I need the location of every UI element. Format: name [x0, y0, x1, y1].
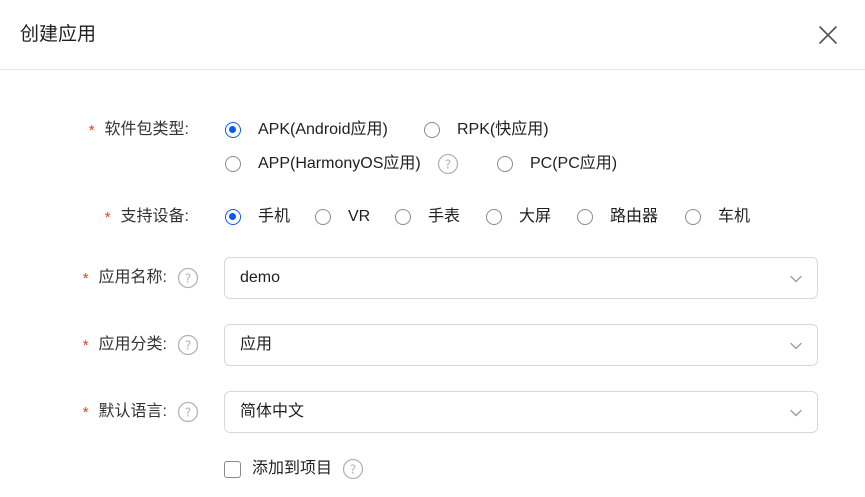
radio-router-label: 路由器 [610, 208, 659, 225]
device-label-text: 支持设备: [120, 208, 189, 225]
radio-apk-label: APK(Android应用) [258, 121, 388, 138]
radio-pc[interactable]: PC(PC应用) [497, 153, 617, 175]
help-icon[interactable]: ? [177, 401, 199, 423]
svg-text:?: ? [185, 406, 191, 420]
radio-vr-circle [315, 209, 331, 225]
device-row: * 支持设备: 手机 VR 手表 大屏 路由器 车机 [0, 206, 865, 232]
radio-watch[interactable]: 手表 [395, 206, 460, 228]
add-to-project-box [224, 460, 241, 478]
help-icon[interactable]: ? [177, 334, 199, 356]
package-type-label: * 软件包类型: [89, 119, 189, 141]
app-name-label: * 应用名称: ? [83, 267, 199, 289]
radio-pc-circle [497, 156, 513, 172]
chevron-down-icon [790, 409, 802, 417]
chevron-down-icon [790, 275, 802, 283]
radio-apk[interactable]: APK(Android应用) [225, 119, 388, 141]
dialog-title: 创建应用 [20, 24, 97, 45]
svg-text:?: ? [185, 272, 191, 286]
radio-large-screen[interactable]: 大屏 [486, 206, 551, 228]
required-mark: * [82, 337, 89, 354]
default-language-label: * 默认语言: ? [83, 401, 199, 423]
help-icon[interactable]: ? [342, 458, 364, 480]
package-type-row: * 软件包类型: APK(Android应用) RPK(快应用) APP(Har… [0, 117, 865, 187]
required-mark: * [82, 270, 89, 287]
help-icon[interactable]: ? [177, 267, 199, 289]
app-name-row: * 应用名称: ? demo [0, 257, 865, 299]
radio-router[interactable]: 路由器 [577, 206, 658, 228]
close-button[interactable] [814, 21, 842, 49]
app-name-label-text: 应用名称: [98, 269, 167, 286]
radio-vr[interactable]: VR [315, 206, 370, 228]
app-category-row: * 应用分类: ? 应用 [0, 324, 865, 366]
close-icon [819, 26, 837, 44]
radio-car-circle [685, 209, 701, 225]
radio-phone[interactable]: 手机 [225, 206, 290, 228]
radio-app-harmony-circle [225, 156, 241, 172]
radio-app-harmony[interactable]: APP(HarmonyOS应用) ? [225, 153, 459, 175]
app-name-value: demo [240, 269, 281, 286]
default-language-row: * 默认语言: ? 简体中文 [0, 391, 865, 433]
radio-apk-circle [225, 122, 241, 138]
dialog-header: 创建应用 [0, 0, 865, 70]
add-to-project-checkbox[interactable]: 添加到项目 ? [224, 458, 364, 480]
package-type-label-text: 软件包类型: [104, 121, 189, 138]
required-mark: * [88, 122, 95, 139]
app-category-select[interactable]: 应用 [224, 324, 818, 366]
chevron-down-icon [790, 342, 802, 350]
default-language-select[interactable]: 简体中文 [224, 391, 818, 433]
radio-app-harmony-label: APP(HarmonyOS应用) [258, 155, 421, 172]
svg-text:?: ? [445, 158, 451, 172]
radio-watch-label: 手表 [428, 208, 461, 225]
radio-phone-circle [225, 209, 241, 225]
required-mark: * [82, 404, 89, 421]
radio-router-circle [577, 209, 593, 225]
radio-rpk[interactable]: RPK(快应用) [424, 119, 549, 141]
device-label: * 支持设备: [105, 206, 189, 228]
app-category-label-text: 应用分类: [98, 336, 167, 353]
radio-pc-label: PC(PC应用) [530, 155, 618, 172]
radio-watch-circle [395, 209, 411, 225]
app-category-value: 应用 [240, 336, 273, 353]
radio-car-label: 车机 [718, 208, 751, 225]
radio-rpk-circle [424, 122, 440, 138]
radio-large-screen-circle [486, 209, 502, 225]
app-category-label: * 应用分类: ? [83, 334, 199, 356]
help-icon[interactable]: ? [437, 153, 459, 175]
svg-text:?: ? [185, 339, 191, 353]
radio-car[interactable]: 车机 [685, 206, 750, 228]
svg-text:?: ? [350, 463, 356, 477]
radio-rpk-label: RPK(快应用) [457, 121, 549, 138]
radio-phone-label: 手机 [258, 208, 291, 225]
default-language-value: 简体中文 [240, 403, 305, 420]
default-language-label-text: 默认语言: [98, 403, 167, 420]
create-app-dialog: 创建应用 * 软件包类型: APK(Android应用) RPK(快应用) AP… [0, 0, 865, 497]
required-mark: * [104, 209, 111, 226]
app-name-select[interactable]: demo [224, 257, 818, 299]
radio-vr-label: VR [348, 208, 371, 225]
add-to-project-label: 添加到项目 [252, 460, 333, 477]
radio-large-screen-label: 大屏 [519, 208, 552, 225]
